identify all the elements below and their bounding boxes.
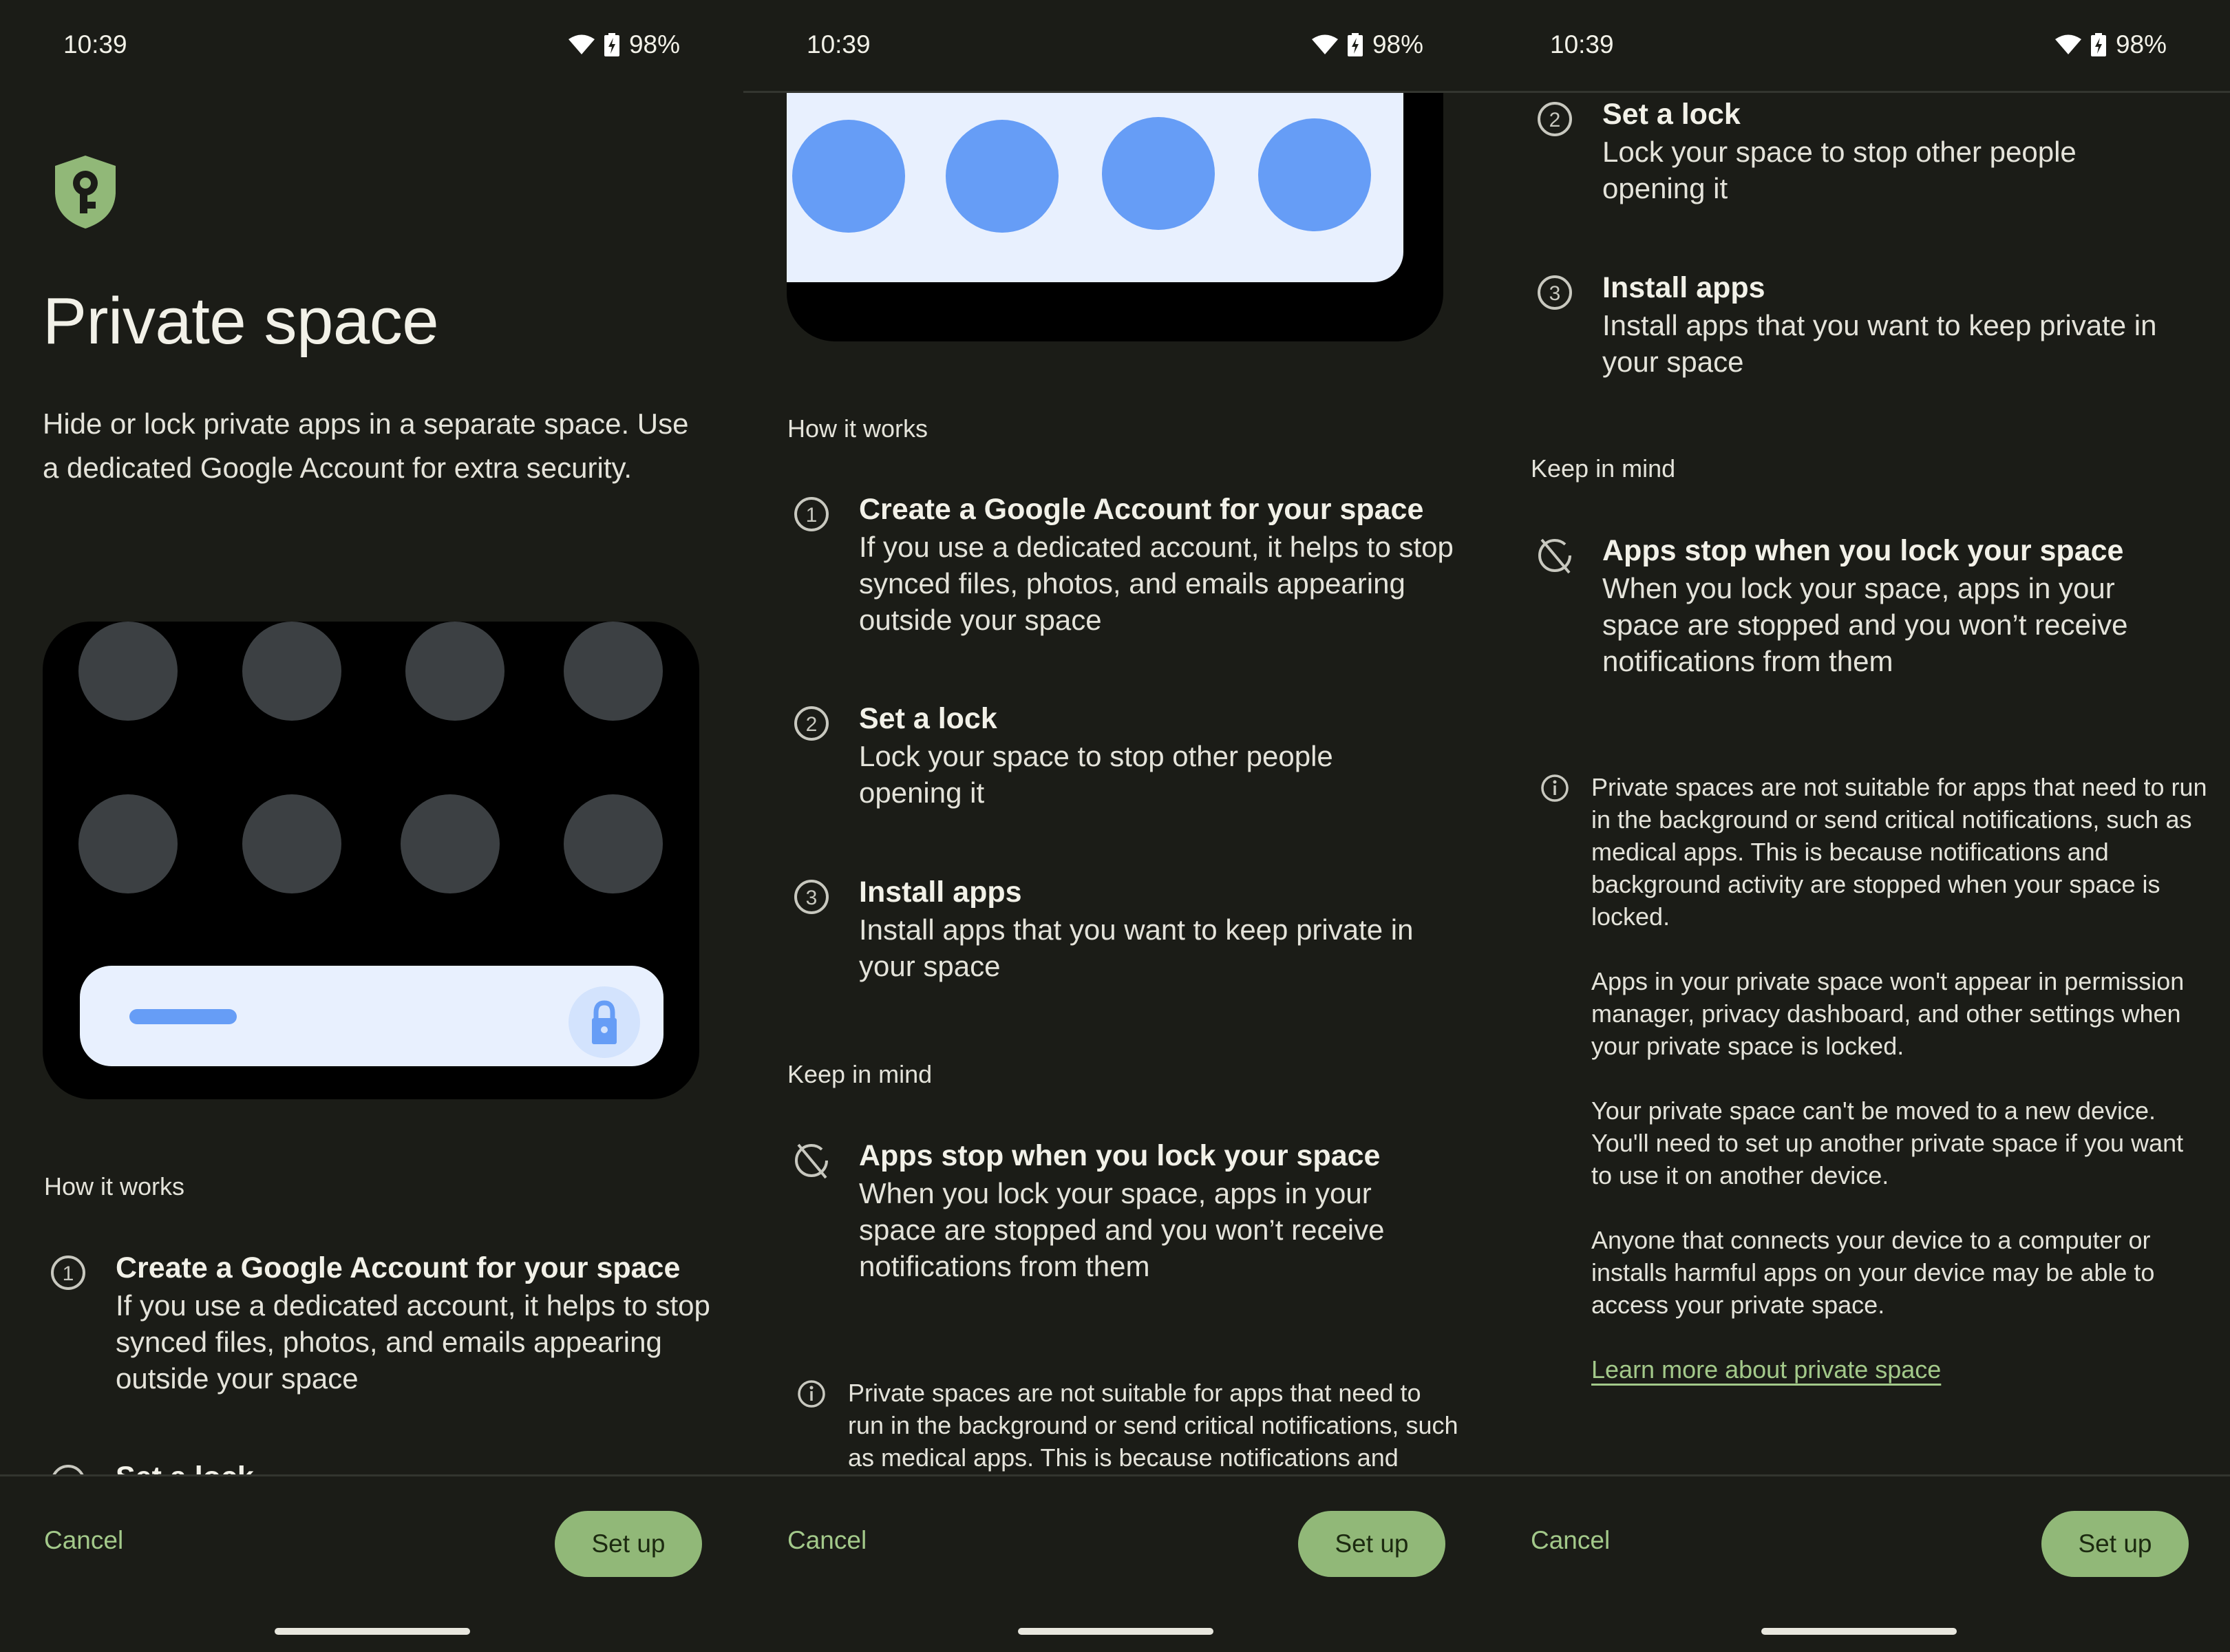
keep-in-mind-title: Apps stop when you lock your space	[859, 1139, 1381, 1172]
step-body: Lock your space to stop other people ope…	[1602, 136, 2077, 204]
battery-percent: 98%	[1372, 30, 1423, 59]
step-body: Install apps that you want to keep priva…	[1602, 309, 2157, 378]
battery-percent: 98%	[2115, 30, 2167, 59]
step-body: Lock your space to stop other people ope…	[859, 740, 1333, 809]
gesture-nav-handle[interactable]	[275, 1628, 470, 1635]
app-placeholder	[242, 622, 341, 721]
app-icon	[1258, 118, 1371, 231]
step-number-3-icon: 3	[794, 880, 829, 914]
screen-3: 10:39 98% 2 Set a lock Lock your space t…	[1487, 0, 2230, 1652]
page-title: Private space	[43, 284, 439, 358]
info-text: Private spaces are not suitable for apps…	[1591, 771, 2211, 1386]
gesture-nav-handle[interactable]	[1018, 1628, 1213, 1635]
lock-icon	[592, 1000, 617, 1044]
svg-text:3: 3	[806, 887, 818, 909]
svg-text:3: 3	[1549, 282, 1561, 305]
step-title: Set a lock	[859, 702, 997, 735]
step-number-2-icon: 2	[1538, 102, 1572, 136]
app-placeholder	[78, 794, 178, 893]
info-paragraph: Apps in your private space won't appear …	[1591, 967, 2185, 1060]
cancel-button[interactable]: Cancel	[1531, 1526, 1610, 1555]
gesture-nav-handle[interactable]	[1761, 1628, 1957, 1635]
apps-stop-icon	[1538, 538, 1571, 574]
footer-bar: Cancel Set up	[0, 1474, 743, 1652]
app-icon	[1102, 117, 1215, 230]
cancel-button[interactable]: Cancel	[44, 1526, 123, 1555]
step-number-1-icon: 1	[51, 1256, 85, 1290]
battery-percent: 98%	[628, 30, 680, 59]
how-it-works-heading: How it works	[44, 1172, 185, 1200]
status-bar: 10:39 98%	[1487, 0, 2230, 91]
info-paragraph: Private spaces are not suitable for apps…	[1591, 773, 2207, 931]
svg-text:1: 1	[63, 1262, 74, 1285]
step-body: If you use a dedicated account, it helps…	[116, 1289, 710, 1395]
app-icon	[792, 120, 905, 233]
svg-text:2: 2	[1549, 109, 1561, 131]
app-icon	[946, 120, 1059, 233]
screen-2: 10:39 98% How it works 1 Create a Google…	[743, 0, 1487, 1652]
info-icon	[798, 1380, 825, 1408]
step-body: Install apps that you want to keep priva…	[859, 913, 1414, 982]
setup-button[interactable]: Set up	[1298, 1511, 1445, 1577]
shield-key-icon	[55, 156, 116, 229]
locked-space-bar	[80, 966, 663, 1066]
keep-in-mind-body: When you lock your space, apps in your s…	[859, 1177, 1385, 1282]
step-body: If you use a dedicated account, it helps…	[859, 531, 1454, 636]
scroll-divider	[743, 91, 1487, 93]
app-placeholder	[401, 794, 500, 893]
screen-1: 10:39 98% Private space Hide or lock pri…	[0, 0, 743, 1652]
illustration-app-grid	[43, 622, 699, 1099]
battery-charging-icon	[2090, 33, 2106, 56]
scroll-divider	[1487, 91, 2230, 93]
info-icon	[1541, 774, 1569, 802]
footer-bar: Cancel Set up	[743, 1474, 1487, 1652]
info-paragraph: Your private space can't be moved to a n…	[1591, 1097, 2184, 1189]
app-placeholder	[242, 794, 341, 893]
battery-charging-icon	[1347, 33, 1363, 56]
status-time: 10:39	[1550, 30, 1614, 59]
app-placeholder	[78, 622, 178, 721]
step-title: Set a lock	[1602, 98, 1741, 131]
wifi-icon	[2054, 34, 2081, 54]
keep-in-mind-heading: Keep in mind	[1531, 454, 1676, 483]
page-description: Hide or lock private apps in a separate …	[43, 407, 689, 484]
footer-bar: Cancel Set up	[1487, 1474, 2230, 1652]
app-placeholder	[564, 622, 663, 721]
step-number-2-icon: 2	[794, 706, 829, 741]
how-it-works-heading: How it works	[787, 414, 928, 443]
step-title: Create a Google Account for your space	[116, 1251, 681, 1284]
svg-text:1: 1	[806, 504, 818, 527]
step-title: Create a Google Account for your space	[859, 493, 1424, 526]
status-time: 10:39	[807, 30, 871, 59]
app-placeholder	[564, 794, 663, 893]
status-bar: 10:39 98%	[0, 0, 743, 91]
setup-button[interactable]: Set up	[2041, 1511, 2189, 1577]
step-number-3-icon: 3	[1538, 275, 1572, 310]
apps-stop-icon	[795, 1143, 828, 1179]
keep-in-mind-heading: Keep in mind	[787, 1060, 933, 1088]
setup-button[interactable]: Set up	[555, 1511, 702, 1577]
step-title: Install apps	[859, 876, 1022, 909]
status-time: 10:39	[63, 30, 127, 59]
info-paragraph: Anyone that connects your device to a co…	[1591, 1226, 2155, 1319]
wifi-icon	[568, 34, 595, 54]
app-placeholder	[405, 622, 505, 721]
cancel-button[interactable]: Cancel	[787, 1526, 867, 1555]
lock-badge	[569, 986, 640, 1058]
wifi-icon	[1311, 34, 1338, 54]
keep-in-mind-title: Apps stop when you lock your space	[1602, 534, 2124, 567]
step-title: Install apps	[1602, 271, 1765, 304]
status-bar: 10:39 98%	[743, 0, 1487, 91]
svg-text:2: 2	[806, 713, 818, 736]
keep-in-mind-body: When you lock your space, apps in your s…	[1602, 572, 2128, 677]
learn-more-link[interactable]: Learn more about private space	[1591, 1355, 1941, 1384]
step-number-1-icon: 1	[794, 497, 829, 531]
space-label-placeholder	[129, 1009, 237, 1024]
battery-charging-icon	[604, 33, 619, 56]
